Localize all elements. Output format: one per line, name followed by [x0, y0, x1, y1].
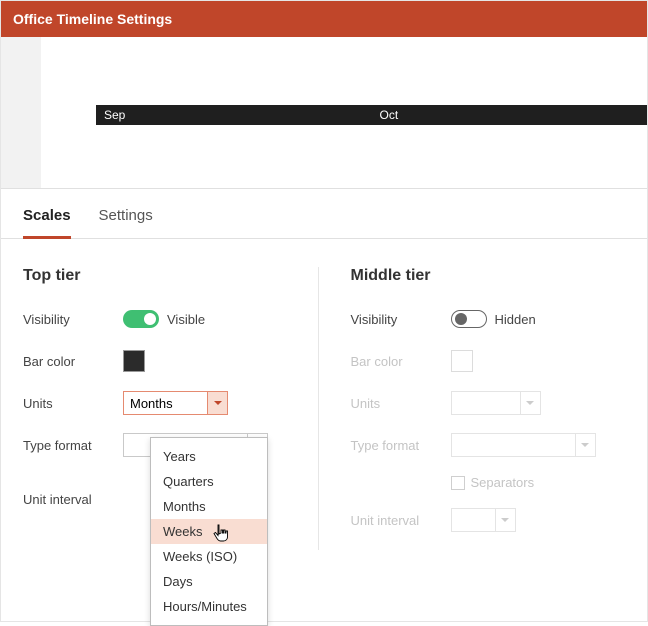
top-tier-title: Top tier — [23, 267, 298, 285]
top-visibility-label: Visibility — [23, 312, 123, 327]
chevron-down-icon — [496, 508, 516, 532]
timeline-month-sep: Sep — [96, 105, 372, 125]
chevron-down-icon — [208, 391, 228, 415]
middle-barcolor-swatch — [451, 350, 473, 372]
middle-typeformat-value — [451, 433, 576, 457]
middle-visibility-label: Visibility — [351, 312, 451, 327]
top-tier-panel: Top tier Visibility Visible Bar color Un… — [23, 267, 319, 550]
middle-separators-row: Separators — [351, 475, 626, 490]
middle-barcolor-label: Bar color — [351, 354, 451, 369]
chevron-down-icon — [521, 391, 541, 415]
top-barcolor-label: Bar color — [23, 354, 123, 369]
middle-interval-value — [451, 508, 496, 532]
top-units-select[interactable]: Months — [123, 391, 228, 415]
scales-content: Top tier Visibility Visible Bar color Un… — [1, 239, 647, 550]
middle-typeformat-select — [451, 433, 596, 457]
middle-typeformat-label: Type format — [351, 438, 451, 453]
tab-settings[interactable]: Settings — [99, 207, 153, 238]
preview-left-gutter — [1, 37, 41, 188]
middle-tier-panel: Middle tier Visibility Hidden Bar color … — [319, 267, 626, 550]
units-dropdown: Years Quarters Months Weeks Weeks (ISO) … — [150, 437, 268, 626]
top-typeformat-label: Type format — [23, 438, 123, 453]
timeline-month-oct: Oct — [372, 105, 648, 125]
middle-tier-title: Middle tier — [351, 267, 626, 285]
middle-units-value — [451, 391, 521, 415]
middle-separators-label: Separators — [471, 475, 535, 490]
top-units-value: Months — [123, 391, 208, 415]
tab-scales[interactable]: Scales — [23, 207, 71, 239]
top-visibility-state: Visible — [167, 312, 205, 327]
top-units-label: Units — [23, 396, 123, 411]
dropdown-item-hours-minutes[interactable]: Hours/Minutes — [151, 594, 267, 619]
window-titlebar: Office Timeline Settings — [1, 1, 647, 37]
dropdown-item-quarters[interactable]: Quarters — [151, 469, 267, 494]
dropdown-item-weeks[interactable]: Weeks — [151, 519, 267, 544]
dropdown-item-months[interactable]: Months — [151, 494, 267, 519]
middle-interval-select — [451, 508, 516, 532]
dropdown-item-days[interactable]: Days — [151, 569, 267, 594]
middle-visibility-state: Hidden — [495, 312, 536, 327]
middle-visibility-toggle[interactable] — [451, 310, 487, 328]
timeline-scale-bar: Sep Oct — [96, 105, 647, 125]
dropdown-item-weeks-iso[interactable]: Weeks (ISO) — [151, 544, 267, 569]
top-interval-label: Unit interval — [23, 492, 123, 507]
top-barcolor-swatch[interactable] — [123, 350, 145, 372]
chevron-down-icon — [576, 433, 596, 457]
top-visibility-toggle[interactable] — [123, 310, 159, 328]
window-title: Office Timeline Settings — [13, 11, 172, 27]
middle-interval-label: Unit interval — [351, 513, 451, 528]
middle-units-label: Units — [351, 396, 451, 411]
middle-separators-checkbox — [451, 476, 465, 490]
timeline-preview: Sep Oct — [1, 37, 647, 189]
middle-units-select — [451, 391, 541, 415]
tab-strip: Scales Settings — [1, 189, 647, 239]
dropdown-item-years[interactable]: Years — [151, 444, 267, 469]
